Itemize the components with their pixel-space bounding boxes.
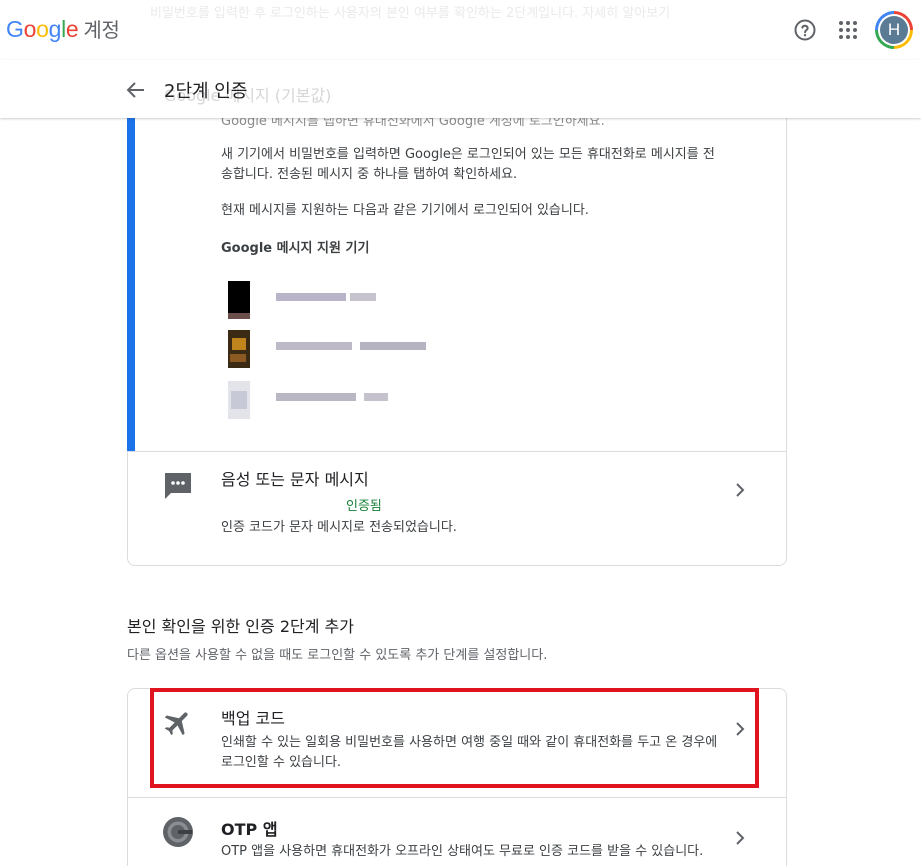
redacted-device-name bbox=[276, 393, 388, 401]
account-label: 계정 bbox=[83, 18, 120, 42]
phone-icon bbox=[228, 281, 250, 319]
redacted-device-name bbox=[276, 342, 426, 350]
otp-app-desc: OTP 앱을 사용하면 휴대전화가 오프라인 상태여도 무료로 인증 코드를 받… bbox=[221, 844, 704, 859]
chevron-right-icon bbox=[736, 483, 745, 497]
selected-option-accent bbox=[127, 81, 135, 451]
section-title: 본인 확인을 위한 인증 2단계 추가 bbox=[127, 617, 354, 636]
page-title: 2단계 인증 bbox=[164, 81, 248, 102]
account-avatar[interactable]: H bbox=[875, 11, 913, 49]
otp-app-option[interactable]: OTP 앱 OTP 앱을 사용하면 휴대전화가 오프라인 상태여도 무료로 인증… bbox=[128, 798, 786, 866]
chevron-right-icon bbox=[736, 831, 745, 845]
highlight-box bbox=[150, 688, 759, 788]
status-badge: 인증됨 bbox=[346, 499, 382, 514]
second-steps-card: Google 메시지를 탭하면 휴대전화에서 Google 계정에 로그인하세요… bbox=[127, 80, 787, 566]
top-app-bar: 비밀번호를 입력한 후 로그인하는 사용자의 본인 여부를 확인하는 2단계입니… bbox=[0, 0, 921, 60]
otp-app-title: OTP 앱 bbox=[221, 820, 278, 839]
back-arrow-icon[interactable] bbox=[124, 78, 148, 102]
devices-title: Google 메시지 지원 기기 bbox=[221, 241, 370, 256]
google-account-logo[interactable]: Google 계정 bbox=[6, 14, 120, 43]
authenticator-icon bbox=[163, 817, 193, 847]
apps-grid-icon[interactable] bbox=[836, 18, 860, 42]
redacted-device-name bbox=[276, 293, 376, 301]
voice-or-text-option[interactable]: 음성 또는 문자 메시지 인증됨 인증 코드가 문자 메시지로 전송되었습니다. bbox=[128, 452, 786, 566]
google-prompt-desc: 새 기기에서 비밀번호를 입력하면 Google은 로그인되어 있는 모든 휴대… bbox=[221, 147, 715, 182]
device-item bbox=[228, 281, 588, 321]
device-item bbox=[228, 381, 588, 421]
voice-or-text-desc: 인증 코드가 문자 메시지로 전송되었습니다. bbox=[221, 520, 457, 535]
sms-message-icon bbox=[165, 473, 191, 499]
section-desc: 다른 옵션을 사용할 수 없을 때도 로그인할 수 있도록 추가 단계를 설정합… bbox=[127, 648, 548, 663]
faded-notice: 비밀번호를 입력한 후 로그인하는 사용자의 본인 여부를 확인하는 2단계입니… bbox=[150, 6, 671, 21]
phone-icon bbox=[228, 330, 250, 368]
help-icon[interactable] bbox=[793, 18, 817, 42]
voice-or-text-title: 음성 또는 문자 메시지 bbox=[221, 470, 369, 489]
device-item bbox=[228, 330, 588, 370]
page-subheader: Google 메시지 (기본값) 2단계 인증 bbox=[0, 60, 921, 118]
phone-icon bbox=[228, 381, 250, 419]
google-prompt-signed-in-desc: 현재 메시지를 지원하는 다음과 같은 기기에서 로그인되어 있습니다. bbox=[221, 203, 589, 218]
